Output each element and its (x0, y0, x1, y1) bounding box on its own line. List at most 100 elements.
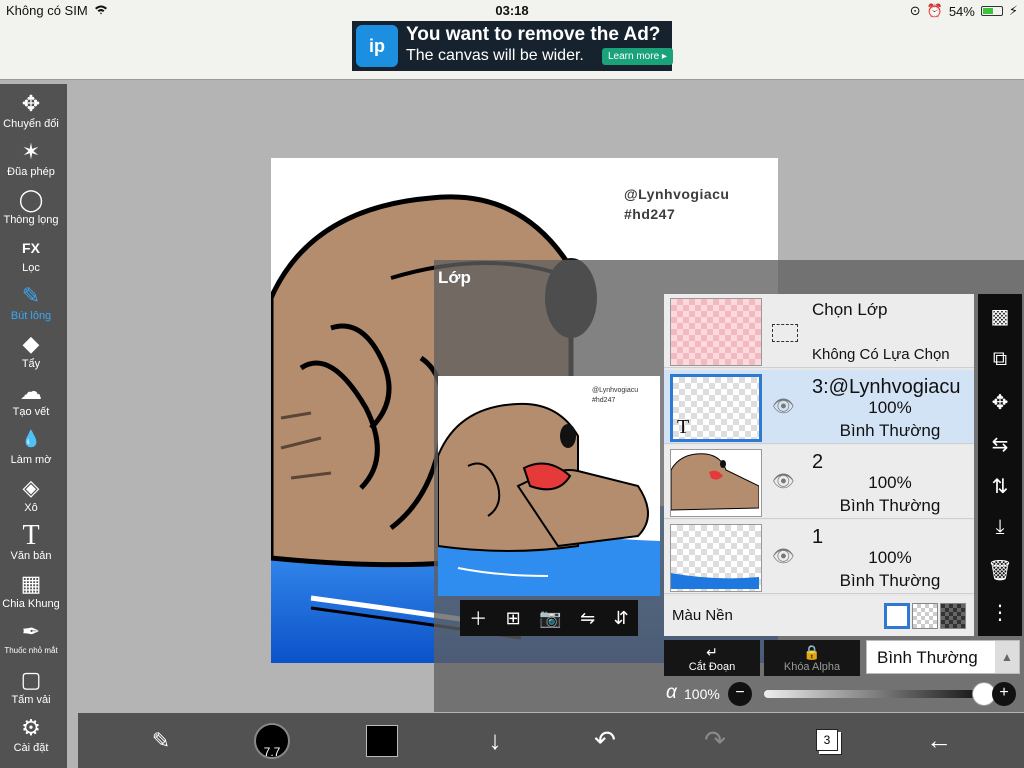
blend-mode-select[interactable]: Bình Thường ▲ (866, 640, 1020, 674)
background-color-row: Màu Nền (664, 596, 974, 636)
layer-thumbnail (670, 449, 762, 517)
smudge-icon: ☁ (20, 379, 42, 404)
tool-eraser[interactable]: ◆ Tẩy (0, 330, 62, 370)
tool-canvas[interactable]: ▢ Tấm vải (0, 666, 62, 706)
layer-thumbnail (670, 524, 762, 592)
layer-1-thumbnail-art (671, 573, 759, 589)
tool-settings[interactable]: ⚙ Cài đặt (0, 714, 62, 754)
add-layer-copy-icon[interactable]: ⊞ (506, 608, 521, 629)
alpha-lock-button[interactable]: 🔒 Khóa Alpha (764, 640, 860, 676)
preview-toolbar: ＋ ⊞ 📷 ⇋ ⇵ (460, 600, 638, 636)
tool-transform[interactable]: ✥ Chuyển đổi (0, 90, 62, 130)
ibispaint-logo-icon: ip (356, 25, 398, 67)
brush-size-button[interactable]: 7.7 (254, 723, 290, 759)
opacity-plus-button[interactable]: + (992, 682, 1016, 706)
add-layer-icon[interactable]: ＋ (469, 605, 487, 631)
back-arrow-icon[interactable]: ← (914, 713, 964, 768)
visibility-eye-icon[interactable]: 👁 (772, 546, 795, 567)
tool-sidebar: ✥ Chuyển đổi ✶ Đũa phép ◯ Thòng lọng FX Lọc … (0, 84, 67, 768)
background-color-label: Màu Nền (672, 607, 733, 624)
orientation-lock-icon: ⊙ (909, 3, 921, 18)
background-white-swatch[interactable] (884, 603, 910, 629)
move-layer-icon[interactable]: ✥ (978, 390, 1022, 415)
layer-opacity: 100% (868, 398, 912, 417)
tool-smudge[interactable]: ☁ Tạo vết (0, 378, 62, 418)
preview-artwork (438, 402, 660, 596)
layer-row-1[interactable]: 👁 1 100% Bình Thường (664, 520, 974, 594)
tool-text[interactable]: T Văn bản (0, 522, 62, 563)
ad-area: ip You want to remove the Ad? The canvas… (0, 20, 1024, 80)
layer-list: Chọn Lớp Không Có Lựa Chọn T 👁 3:@Lynhvo… (664, 294, 974, 636)
layer-blend-mode: Bình Thường (839, 421, 941, 440)
selection-layer-title: Chọn Lớp (812, 300, 888, 319)
selection-layer-row[interactable]: Chọn Lớp Không Có Lựa Chọn (664, 294, 974, 368)
status-bar: Không có SIM 03:18 ⊙ ⏰ 54% ⚡ (0, 0, 1024, 20)
layer-row-2[interactable]: 👁 2 100% Bình Thường (664, 445, 974, 519)
move-icon: ✥ (21, 91, 41, 116)
layer-row-3[interactable]: T 👁 3:@Lynhvogiacu 100% Bình Thường (664, 370, 974, 444)
layer-name: 3:@Lynhvogiacu (812, 376, 961, 398)
bottom-toolbar: ✎ 7.7 ↓ ↶ ↷ 3 ← (78, 713, 1024, 768)
layer-preview: @Lynhvogiacu #hd247 (438, 376, 660, 596)
visibility-eye-icon[interactable]: 👁 (772, 471, 795, 492)
lasso-icon: ◯ (18, 187, 44, 212)
rotate-flip-horizontal-icon[interactable]: ⇆ (978, 432, 1022, 457)
clipping-arrow-icon: ↵ (706, 644, 718, 660)
tool-eyedropper[interactable]: ✒ Thuốc nhỏ mắt (0, 618, 62, 655)
frame-divider-icon: ▦ (20, 571, 42, 596)
opacity-minus-button[interactable]: − (728, 682, 752, 706)
canvas-watermark: @Lynhvogiacu #hd247 (624, 186, 730, 222)
rotate-flip-vertical-icon[interactable]: ⇅ (978, 474, 1022, 499)
undo-icon[interactable]: ↶ (580, 713, 630, 768)
text-layer-icon: T (677, 416, 690, 438)
ad-subtitle: The canvas will be wider. (406, 47, 584, 64)
tool-magic-wand[interactable]: ✶ Đũa phép (0, 138, 62, 178)
tool-filter[interactable]: FX Lọc (0, 234, 62, 274)
fx-icon: FX (22, 240, 40, 256)
opacity-value: 100% (684, 686, 720, 702)
layer-thumbnail: T (670, 374, 762, 442)
transparency-checker-icon[interactable]: ▩ (978, 304, 1022, 329)
tool-lasso[interactable]: ◯ Thòng lọng (0, 186, 62, 226)
eraser-icon: ◆ (22, 331, 40, 356)
merge-layers-icon[interactable]: ⧉ (978, 348, 1022, 371)
flip-vertical-icon[interactable]: ⇵ (614, 608, 629, 629)
down-arrow-icon[interactable]: ↓ (470, 713, 520, 768)
flip-horizontal-icon[interactable]: ⇋ (580, 608, 595, 629)
battery-icon (980, 6, 1003, 16)
more-options-icon[interactable]: ⋮ (978, 600, 1022, 625)
dropdown-arrow-icon: ▲ (995, 641, 1019, 673)
layer-panel-title: Lớp (438, 268, 471, 287)
redo-icon[interactable]: ↷ (690, 713, 740, 768)
ad-headline: You want to remove the Ad? (406, 24, 661, 45)
opacity-slider[interactable] (764, 682, 996, 706)
camera-icon[interactable]: 📷 (539, 608, 561, 629)
visibility-eye-icon[interactable]: 👁 (772, 396, 795, 417)
lock-icon: 🔒 (803, 644, 821, 660)
tool-blur[interactable]: 💧 Làm mờ (0, 426, 62, 466)
ad-banner[interactable]: ip You want to remove the Ad? The canvas… (352, 21, 673, 71)
layer-opacity: 100% (868, 548, 912, 567)
tool-brush[interactable]: ✎ Bút lông (0, 282, 62, 322)
bucket-icon: ◈ (22, 475, 40, 500)
learn-more-button[interactable]: Learn more ▸ (602, 48, 673, 65)
background-dark-swatch[interactable] (940, 603, 966, 629)
alarm-icon: ⏰ (926, 3, 943, 18)
trash-icon[interactable]: 🗑 (978, 558, 1022, 583)
battery-percent: 54% (948, 3, 975, 19)
color-picker-button[interactable] (366, 725, 398, 757)
selection-layer-subtitle: Không Có Lựa Chọn (812, 346, 950, 363)
merge-down-icon[interactable]: ⤓ (978, 516, 1022, 539)
magic-wand-icon: ✶ (21, 139, 41, 164)
blur-drop-icon: 💧 (21, 431, 41, 448)
layer-panel: Lớp @Lynhvogiacu #hd247 ＋ ⊞ 📷 ⇋ ⇵ Chọn L… (434, 260, 1024, 712)
layer-2-thumbnail-art (671, 453, 760, 511)
tool-bucket[interactable]: ◈ Xô (0, 474, 62, 514)
clock: 03:18 (495, 3, 529, 18)
background-transparent-swatch[interactable] (912, 603, 938, 629)
brush-eraser-toggle-icon[interactable]: ✎ (136, 713, 186, 768)
selection-marquee-icon (772, 324, 798, 342)
layers-button[interactable]: 3 (816, 729, 838, 751)
tool-frame-divider[interactable]: ▦ Chia Khung (0, 570, 62, 610)
clipping-button[interactable]: ↵ Cắt Đoạn (664, 640, 760, 676)
